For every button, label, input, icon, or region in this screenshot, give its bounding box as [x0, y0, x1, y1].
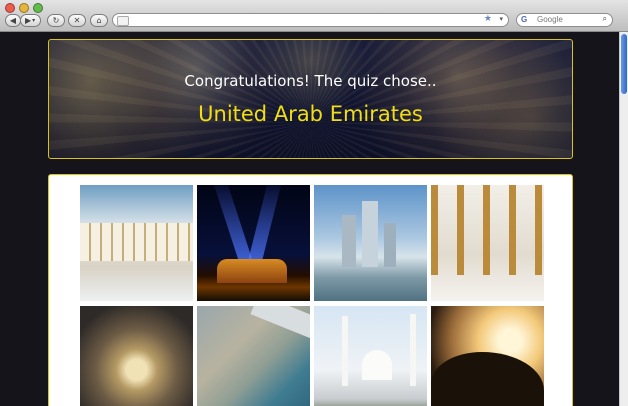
minaret: [342, 316, 348, 386]
mosque-dome: [362, 350, 392, 380]
tower: [384, 223, 396, 267]
back-icon: ◀: [9, 16, 17, 25]
page-viewport: Congratulations! The quiz chose.. United…: [0, 32, 619, 406]
gallery-photo[interactable]: [197, 306, 310, 406]
minaret: [410, 314, 416, 386]
home-button[interactable]: ⌂: [90, 14, 108, 27]
address-bar[interactable]: ★ ▾: [112, 13, 509, 27]
mosque-arch-row: [80, 223, 193, 261]
search-icon[interactable]: ⌕: [603, 14, 607, 24]
chevron-down-icon: ▾: [32, 17, 36, 24]
light-beam: [247, 185, 281, 265]
vertical-scrollbar[interactable]: [619, 32, 628, 406]
gallery-photo[interactable]: [314, 306, 427, 406]
search-bar[interactable]: G Google ⌕: [516, 13, 613, 27]
browser-toolbar: ◀ ▶ ▾ ↻ ✕ ⌂ ★ ▾ G Google ⌕: [0, 0, 628, 32]
back-button[interactable]: ◀: [5, 14, 21, 27]
site-favicon-icon: [117, 16, 129, 26]
gallery-photo[interactable]: [197, 185, 310, 301]
lit-building: [217, 259, 287, 283]
gallery-photo[interactable]: [80, 185, 193, 301]
home-icon: ⌂: [96, 16, 102, 25]
reload-icon: ↻: [52, 16, 60, 25]
scrollbar-thumb[interactable]: [621, 34, 627, 94]
forward-button[interactable]: ▶ ▾: [20, 14, 41, 27]
stop-button[interactable]: ✕: [68, 14, 86, 27]
rider-silhouettes: [431, 352, 544, 406]
zoom-window-button[interactable]: [33, 3, 43, 13]
light-beam: [214, 185, 254, 265]
bookmark-star-icon[interactable]: ★: [484, 14, 492, 24]
gallery-photo[interactable]: [80, 306, 193, 406]
gold-pillar-row: [431, 185, 544, 275]
reload-button[interactable]: ↻: [47, 14, 65, 27]
gallery-photo[interactable]: [431, 306, 544, 406]
gallery-photo[interactable]: [431, 185, 544, 301]
forward-icon: ▶: [25, 16, 32, 25]
banner-subtitle: Congratulations! The quiz chose..: [184, 72, 437, 90]
photo-gallery: [48, 174, 573, 406]
close-window-button[interactable]: [5, 3, 15, 13]
search-engine-icon[interactable]: G: [521, 15, 527, 24]
result-banner: Congratulations! The quiz chose.. United…: [48, 39, 573, 159]
window-controls: [5, 3, 43, 13]
search-placeholder: Google: [537, 15, 563, 24]
gallery-photo[interactable]: [314, 185, 427, 301]
url-history-chevron-icon[interactable]: ▾: [499, 15, 503, 23]
stop-icon: ✕: [73, 16, 81, 25]
minimize-window-button[interactable]: [19, 3, 29, 13]
banner-title: United Arab Emirates: [198, 102, 423, 126]
plane-wing: [250, 306, 310, 341]
tower: [362, 201, 378, 267]
tower: [342, 215, 356, 267]
